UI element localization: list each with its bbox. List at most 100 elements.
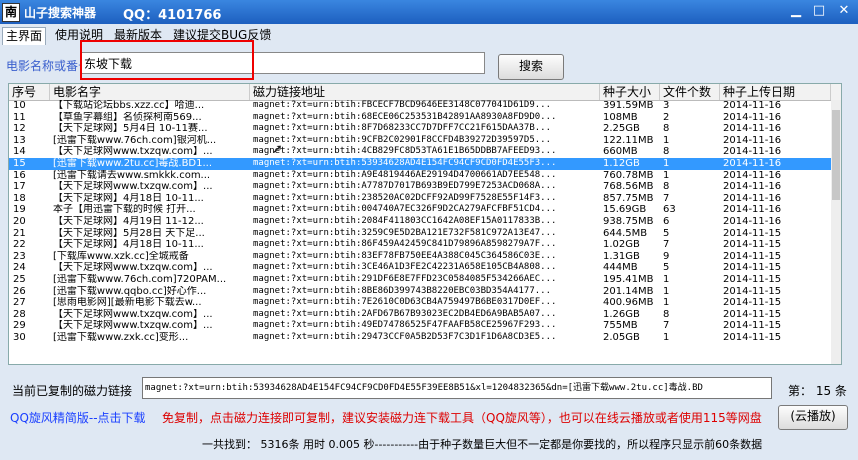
- cell-upload-date: 2014-11-15: [723, 332, 782, 343]
- cell-magnet-link[interactable]: magnet:?xt=urn:btih:3CE46A1D3FE2C42231A6…: [253, 262, 598, 274]
- table-row[interactable]: 14 【天下足球网www.txzqw.com】... magnet:?xt=urn:…: [9, 146, 841, 158]
- copied-link-field[interactable]: magnet:?xt=urn:btih:53934628AD4E154FC94C…: [142, 377, 772, 399]
- cell-magnet-link[interactable]: magnet:?xt=urn:btih:7E2610C0D63CB4A75949…: [253, 297, 598, 309]
- cell-magnet-link[interactable]: magnet:?xt=urn:btih:86F459A42459C841D798…: [253, 239, 598, 251]
- cell-row-index: 11: [13, 111, 26, 123]
- cell-upload-date: 2014-11-16: [723, 123, 782, 135]
- cell-magnet-link[interactable]: magnet:?xt=urn:btih:9CFB2C02901F8CCFD4B3…: [253, 135, 598, 147]
- cell-torrent-size: 644.5MB: [603, 227, 648, 239]
- table-row[interactable]: 22 【天下足球网】4月18日 10-11... magnet:?xt=urn:bt…: [9, 239, 841, 251]
- cell-row-index: 25: [13, 274, 26, 285]
- cell-movie-name: [迅雷下载请去www.smkkk.com...: [53, 169, 211, 181]
- table-row[interactable]: 28 【天下足球网www.txzqw.com】... magnet:?xt=urn:…: [9, 309, 841, 321]
- cell-magnet-link[interactable]: magnet:?xt=urn:btih:83EF78FB750EE4A388C0…: [253, 251, 598, 263]
- table-row[interactable]: 16 [迅雷下载请去www.smkkk.com... magnet:?xt=urn:…: [9, 170, 841, 182]
- column-header-index[interactable]: 序号: [9, 84, 50, 100]
- table-row[interactable]: 25 [迅雷下载www.76ch.com]720PAM... magnet:?xt=…: [9, 274, 841, 286]
- cell-upload-date: 2014-11-16: [723, 181, 782, 193]
- results-table: 序号 电影名字 磁力链接地址 种子大小 文件个数 种子上传日期 10 【下载站论坛…: [8, 83, 842, 365]
- table-row[interactable]: 27 [思雨电影网][最新电影下载去w... magnet:?xt=urn:btih…: [9, 297, 841, 309]
- column-header-size[interactable]: 种子大小: [600, 84, 660, 100]
- cloud-play-button[interactable]: (云播放): [778, 405, 848, 430]
- mouse-cursor-icon: ➚: [272, 142, 283, 157]
- cell-magnet-link[interactable]: magnet:?xt=urn:btih:291DF6E8E7FFD23C0584…: [253, 274, 598, 286]
- cell-row-index: 13: [13, 134, 26, 146]
- scrollbar-thumb[interactable]: [832, 110, 840, 200]
- search-input[interactable]: [80, 52, 485, 74]
- cell-torrent-size: 15.69GB: [603, 204, 647, 216]
- table-row[interactable]: 13 [迅雷下载www.76ch.com]银河机... magnet:?xt=urn…: [9, 135, 841, 147]
- table-row[interactable]: 17 【天下足球网www.txzqw.com】... magnet:?xt=urn:…: [9, 181, 841, 193]
- column-header-name[interactable]: 电影名字: [50, 84, 250, 100]
- cell-file-count: 1: [663, 285, 670, 297]
- table-row[interactable]: 11 【草鱼字幕组】名侦探柯南569... magnet:?xt=urn:btih:…: [9, 112, 841, 124]
- cell-upload-date: 2014-11-15: [723, 227, 782, 239]
- tab-instructions[interactable]: 使用说明: [52, 27, 106, 44]
- table-row[interactable]: 24 【天下足球网www.txzqw.com】... magnet:?xt=urn:…: [9, 262, 841, 274]
- cell-row-index: 16: [13, 169, 26, 181]
- cell-magnet-link[interactable]: magnet:?xt=urn:btih:A9E4819446AE29194D47…: [253, 170, 598, 182]
- cell-upload-date: 2014-11-16: [723, 192, 782, 204]
- cell-upload-date: 2014-11-16: [723, 204, 782, 216]
- cell-movie-name: 【天下足球网】5月4日 10-11赛...: [53, 123, 208, 135]
- copy-notice: 免复制，点击磁力连接即可复制，建议安装磁力连下载工具（QQ旋风等），也可以在线云…: [162, 411, 762, 425]
- cell-upload-date: 2014-11-16: [723, 100, 782, 111]
- qq-download-link[interactable]: QQ旋风精简版--点击下载: [10, 409, 146, 426]
- cell-torrent-size: 760.78MB: [603, 169, 654, 181]
- tab-feedback[interactable]: 建议提交BUG反馈: [170, 27, 274, 44]
- column-header-file-count[interactable]: 文件个数: [660, 84, 720, 100]
- cell-file-count: 5: [663, 227, 670, 239]
- cell-magnet-link[interactable]: magnet:?xt=urn:btih:FBCECF7BCD9646EE3148…: [253, 100, 598, 112]
- cell-torrent-size: 755MB: [603, 320, 638, 332]
- cell-upload-date: 2014-11-15: [723, 285, 782, 297]
- table-row[interactable]: 29 【天下足球网www.txzqw.com】... magnet:?xt=urn:…: [9, 320, 841, 332]
- cell-row-index: 20: [13, 216, 26, 227]
- table-row[interactable]: 21 【天下足球网】5月28日 天下足... magnet:?xt=urn:btih…: [9, 228, 841, 240]
- cell-magnet-link[interactable]: magnet:?xt=urn:btih:8F7D68233CC7D7DFF7CC…: [253, 123, 598, 135]
- table-row[interactable]: 19 本子【用迅雷下载的时候 打开... magnet:?xt=urn:btih:0…: [9, 204, 841, 216]
- cell-magnet-link[interactable]: magnet:?xt=urn:btih:2AFD67B67B93023EC2DB…: [253, 309, 598, 321]
- cell-movie-name: [下载库www.xzk.cc]全城戒备: [53, 250, 189, 262]
- cell-movie-name: 【天下足球网】5月28日 天下足...: [53, 227, 205, 239]
- tab-main[interactable]: 主界面: [2, 27, 47, 45]
- cell-row-index: 28: [13, 308, 26, 320]
- vertical-scrollbar[interactable]: [831, 100, 841, 364]
- table-row[interactable]: 23 [下载库www.xzk.cc]全城戒备 magnet:?xt=urn:btih…: [9, 251, 841, 263]
- tab-latest-version[interactable]: 最新版本: [111, 27, 165, 44]
- column-header-date[interactable]: 种子上传日期: [720, 84, 831, 100]
- table-row[interactable]: 18 【天下足球网】4月18日 10-11... magnet:?xt=urn:bt…: [9, 193, 841, 205]
- cell-row-index: 17: [13, 181, 26, 193]
- table-row[interactable]: 10 【下载站论坛bbs.xzz.cc】哈迪... magnet:?xt=urn:b…: [9, 100, 841, 112]
- minimize-icon[interactable]: ▁: [788, 3, 804, 19]
- qq-number: QQ：4101766: [123, 8, 222, 23]
- cell-magnet-link[interactable]: magnet:?xt=urn:btih:004740A7EC326F9D2CA2…: [253, 204, 598, 216]
- tab-bar: 主界面 使用说明 最新版本 建议提交BUG反馈: [0, 25, 858, 45]
- cell-upload-date: 2014-11-15: [723, 274, 782, 285]
- cell-file-count: 5: [663, 262, 670, 274]
- cell-torrent-size: 122.11MB: [603, 134, 654, 146]
- cell-magnet-link[interactable]: magnet:?xt=urn:btih:29473CCF0A5B2D53F7C3…: [253, 332, 598, 344]
- cell-magnet-link[interactable]: magnet:?xt=urn:btih:A7787D7017B693B9ED79…: [253, 181, 598, 193]
- cell-magnet-link[interactable]: magnet:?xt=urn:btih:68ECE06C253531B42891…: [253, 112, 598, 124]
- table-row[interactable]: 26 [迅雷下载www.qqbo.cc]好心作... magnet:?xt=urn:…: [9, 286, 841, 298]
- cell-magnet-link[interactable]: magnet:?xt=urn:btih:2084F411803CC1642A08…: [253, 216, 598, 228]
- cell-row-index: 15: [13, 158, 26, 169]
- cell-magnet-link[interactable]: magnet:?xt=urn:btih:53934628AD4E154FC94C…: [253, 158, 598, 170]
- cell-magnet-link[interactable]: magnet:?xt=urn:btih:3259C9E5D2BA121E732F…: [253, 228, 598, 240]
- table-row[interactable]: 15 [迅雷下载www.2tu.cc]毒战.BD1... magnet:?xt=ur…: [9, 158, 841, 170]
- cell-magnet-link[interactable]: magnet:?xt=urn:btih:49ED74786525F47FAAFB…: [253, 320, 598, 332]
- cell-magnet-link[interactable]: magnet:?xt=urn:btih:238520AC02DCFF92AD99…: [253, 193, 598, 205]
- cell-file-count: 2: [663, 111, 670, 123]
- table-row[interactable]: 12 【天下足球网】5月4日 10-11赛... magnet:?xt=urn:bt…: [9, 123, 841, 135]
- close-icon[interactable]: ✕: [836, 3, 852, 19]
- cell-movie-name: 【天下足球网www.txzqw.com】...: [53, 320, 213, 332]
- cell-row-index: 26: [13, 285, 26, 297]
- maximize-icon[interactable]: □: [811, 3, 827, 19]
- table-row[interactable]: 20 【天下足球网】4月19日 11-12... magnet:?xt=urn:bt…: [9, 216, 841, 228]
- table-row[interactable]: 30 [迅雷下载www.zxk.cc]变形... magnet:?xt=urn:bt…: [9, 332, 841, 344]
- column-header-magnet[interactable]: 磁力链接地址: [250, 84, 600, 100]
- cell-magnet-link[interactable]: magnet:?xt=urn:btih:8BE86D399743B8220EBC…: [253, 286, 598, 298]
- cell-magnet-link[interactable]: magnet:?xt=urn:btih:4CB829FC8D53TA61E1B6…: [253, 146, 598, 158]
- cell-movie-name: [迅雷下载www.qqbo.cc]好心作...: [53, 285, 207, 297]
- search-button[interactable]: 搜索: [498, 54, 564, 80]
